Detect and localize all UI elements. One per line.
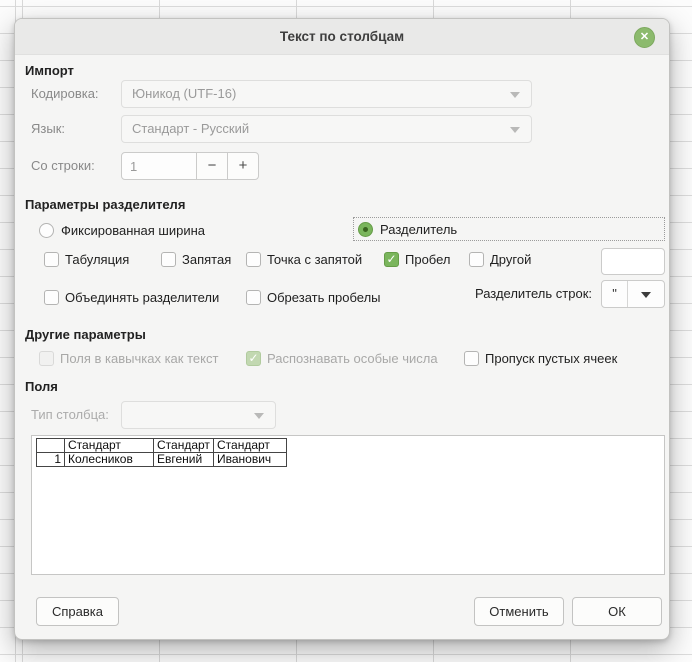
string-delimiter-value: " [602, 281, 628, 307]
quoted-as-text-checkbox: Поля в кавычках как текст [39, 349, 218, 367]
combobox-dropdown-button[interactable] [628, 281, 664, 307]
skip-empty-cells-checkbox[interactable]: Пропуск пустых ячеек [464, 349, 617, 367]
delimited-radio[interactable]: Разделитель [353, 217, 665, 241]
language-value: Стандарт - Русский [132, 121, 249, 136]
column-header[interactable]: Стандарт [214, 439, 287, 453]
check-icon: ✓ [385, 252, 398, 267]
other-label: Другой [490, 252, 531, 267]
encoding-dropdown[interactable]: Юникод (UTF-16) [121, 80, 532, 108]
column-type-label: Тип столбца: [31, 401, 109, 429]
chevron-down-icon [510, 92, 520, 98]
corner-cell [37, 439, 65, 453]
tab-label: Табуляция [65, 252, 129, 267]
comma-label: Запятая [182, 252, 231, 267]
column-type-dropdown [121, 401, 276, 429]
detect-special-numbers-label: Распознавать особые числа [267, 351, 438, 366]
fixed-width-label: Фиксированная ширина [61, 223, 205, 238]
from-row-increment-button[interactable]: + [227, 152, 259, 180]
checkbox-icon [161, 252, 176, 267]
quoted-as-text-label: Поля в кавычках как текст [60, 351, 218, 366]
encoding-value: Юникод (UTF-16) [132, 86, 236, 101]
column-header[interactable]: Стандарт [154, 439, 214, 453]
encoding-label: Кодировка: [31, 80, 99, 108]
data-cell[interactable]: Иванович [214, 453, 287, 467]
checkbox-icon [469, 252, 484, 267]
spreadsheet-background: Текст по столбцам ✕ Импорт Кодировка: Юн… [0, 0, 692, 662]
space-checkbox[interactable]: ✓ Пробел [384, 250, 451, 268]
column-header[interactable]: Стандарт [65, 439, 154, 453]
preview-data-row: 1 Колесников Евгений Иванович [37, 453, 287, 467]
dialog-title: Текст по столбцам [15, 19, 669, 55]
space-label: Пробел [405, 252, 451, 267]
row-number-cell: 1 [37, 453, 65, 467]
import-section-heading: Импорт [25, 63, 74, 78]
help-button[interactable]: Справка [36, 597, 119, 626]
close-button[interactable]: ✕ [634, 27, 655, 48]
delimited-label: Разделитель [380, 222, 457, 237]
preview-table: Стандарт Стандарт Стандарт 1 Колесников … [36, 438, 287, 467]
from-row-input[interactable] [121, 152, 197, 180]
language-label: Язык: [31, 115, 65, 143]
chevron-down-icon [254, 413, 264, 419]
fixed-width-radio[interactable]: Фиксированная ширина [39, 219, 205, 241]
checkbox-icon [464, 351, 479, 366]
semicolon-checkbox[interactable]: Точка с запятой [246, 250, 362, 268]
text-to-columns-dialog: Текст по столбцам ✕ Импорт Кодировка: Юн… [14, 18, 670, 640]
chevron-down-icon [641, 292, 651, 298]
chevron-down-icon [510, 127, 520, 133]
detect-special-numbers-checkbox: ✓ Распознавать особые числа [246, 349, 438, 367]
data-cell[interactable]: Евгений [154, 453, 214, 467]
checkbox-icon [44, 290, 59, 305]
trim-spaces-checkbox[interactable]: Обрезать пробелы [246, 288, 381, 306]
string-delimiter-label: Разделитель строк: [475, 280, 592, 308]
data-cell[interactable]: Колесников [65, 453, 154, 467]
checkbox-disabled-icon [39, 351, 54, 366]
merge-delimiters-label: Объединять разделители [65, 290, 219, 305]
checkbox-icon [246, 252, 261, 267]
other-checkbox[interactable]: Другой [469, 250, 531, 268]
other-options-heading: Другие параметры [25, 327, 146, 342]
from-row-label: Со строки: [31, 152, 95, 180]
trim-spaces-label: Обрезать пробелы [267, 290, 381, 305]
radio-icon [39, 223, 54, 238]
separator-section-heading: Параметры разделителя [25, 197, 185, 212]
skip-empty-cells-label: Пропуск пустых ячеек [485, 351, 617, 366]
preview-header-row: Стандарт Стандарт Стандарт [37, 439, 287, 453]
checkbox-checked-icon: ✓ [384, 252, 399, 267]
checkbox-icon [44, 252, 59, 267]
from-row-decrement-button[interactable]: − [196, 152, 228, 180]
ok-button[interactable]: ОК [572, 597, 662, 626]
checkbox-checked-disabled-icon: ✓ [246, 351, 261, 366]
comma-checkbox[interactable]: Запятая [161, 250, 231, 268]
close-icon: ✕ [640, 31, 649, 43]
preview-area[interactable]: Стандарт Стандарт Стандарт 1 Колесников … [31, 435, 665, 575]
radio-selected-icon [358, 222, 373, 237]
check-icon: ✓ [247, 351, 260, 366]
string-delimiter-combobox[interactable]: " [601, 280, 665, 308]
fields-section-heading: Поля [25, 379, 58, 394]
language-dropdown[interactable]: Стандарт - Русский [121, 115, 532, 143]
semicolon-label: Точка с запятой [267, 252, 362, 267]
checkbox-icon [246, 290, 261, 305]
cancel-button[interactable]: Отменить [474, 597, 564, 626]
other-delimiter-input[interactable] [601, 248, 665, 275]
merge-delimiters-checkbox[interactable]: Объединять разделители [44, 288, 219, 306]
dialog-titlebar[interactable]: Текст по столбцам ✕ [15, 19, 669, 55]
tab-checkbox[interactable]: Табуляция [44, 250, 129, 268]
